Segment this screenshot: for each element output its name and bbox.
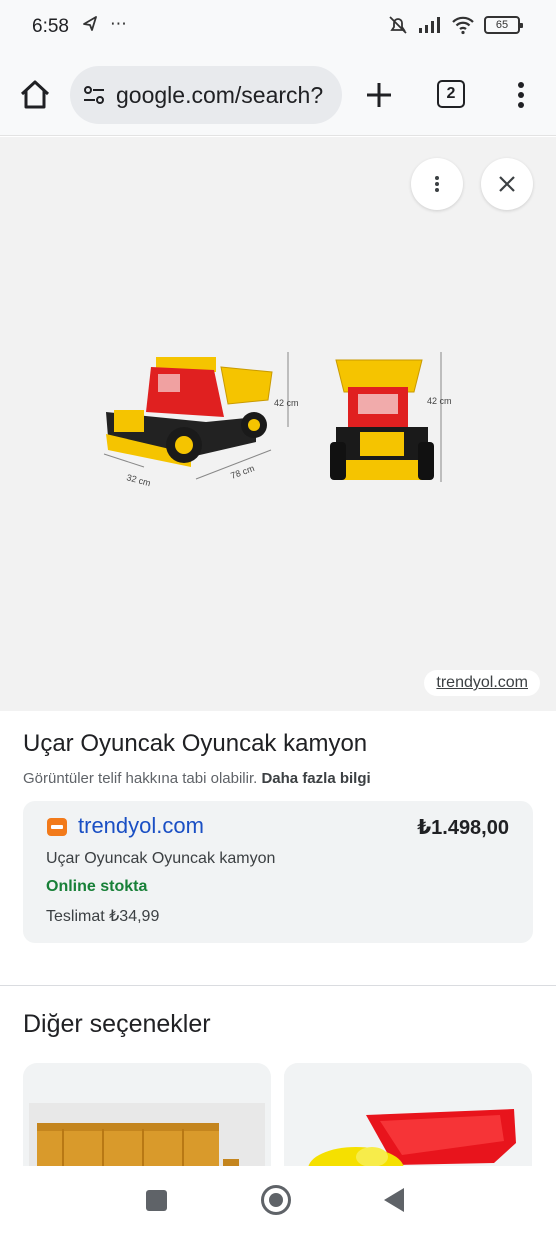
result-title: Uçar Oyuncak Oyuncak kamyon <box>23 730 368 757</box>
stock-status: Online stokta <box>46 878 148 895</box>
option-image-1 <box>29 1103 265 1173</box>
section-divider <box>0 985 556 986</box>
site-link[interactable]: trendyol.com <box>78 813 204 839</box>
status-left-icons: ⋯ <box>80 14 127 34</box>
dim-height-left: 42 cm <box>274 398 299 408</box>
tab-count: 2 <box>446 85 456 102</box>
site-settings-icon[interactable] <box>82 83 106 107</box>
close-viewer-button[interactable] <box>481 158 533 210</box>
copyright-notice: Görüntüler telif hakkına tabi olabilir. … <box>23 770 371 787</box>
option-thumbnail-2[interactable] <box>284 1063 532 1173</box>
delivery-fee: Teslimat ₺34,99 <box>46 908 160 925</box>
copyright-text: Görüntüler telif hakkına tabi olabilir. <box>23 770 258 787</box>
dim-length: 78 cm <box>229 463 255 481</box>
battery-icon: 65 <box>484 16 523 34</box>
close-icon <box>499 176 515 192</box>
overflow-menu-icon[interactable] <box>504 78 538 112</box>
card-product-name: Uçar Oyuncak Oyuncak kamyon <box>46 850 276 867</box>
more-notifications-icon: ⋯ <box>110 14 127 33</box>
status-time: 6:58 <box>32 16 69 37</box>
dim-height-right: 42 cm <box>427 396 452 406</box>
product-price: ₺1.498,00 <box>417 817 509 839</box>
vertical-dots-icon <box>435 176 439 192</box>
browser-toolbar: google.com/search? 2 <box>0 54 556 136</box>
recents-button[interactable] <box>146 1190 167 1211</box>
location-icon <box>83 16 97 31</box>
home-button[interactable] <box>261 1185 291 1215</box>
battery-level: 65 <box>495 19 509 31</box>
status-right-icons: 65 <box>387 14 523 36</box>
home-icon[interactable] <box>18 78 52 112</box>
system-navigation-bar <box>0 1166 556 1235</box>
new-tab-icon[interactable] <box>362 78 396 112</box>
status-bar: 6:58 ⋯ 65 <box>0 0 556 54</box>
image-viewer[interactable]: 42 cm 32 cm 78 cm 42 cm trendyol.com <box>0 137 556 711</box>
image-source-link[interactable]: trendyol.com <box>424 670 540 696</box>
signal-icon <box>419 17 440 33</box>
option-image-2 <box>284 1063 532 1173</box>
url-text[interactable]: google.com/search? <box>116 82 323 109</box>
other-options-title: Diğer seçenekler <box>23 1010 211 1038</box>
product-image-toy-truck[interactable]: 42 cm 32 cm 78 cm 42 cm <box>96 342 476 512</box>
address-bar[interactable]: google.com/search? <box>70 66 342 124</box>
back-button[interactable] <box>384 1188 404 1212</box>
truck-side-view <box>103 352 289 480</box>
image-more-button[interactable] <box>411 158 463 210</box>
trendyol-favicon-icon <box>47 818 67 836</box>
truck-front-view <box>330 352 442 482</box>
more-info-link[interactable]: Daha fazla bilgi <box>261 770 370 787</box>
option-thumbnail-1[interactable] <box>23 1063 271 1173</box>
wifi-icon <box>452 16 474 35</box>
mute-icon <box>389 16 407 34</box>
product-card[interactable]: trendyol.com ₺1.498,00 Uçar Oyuncak Oyun… <box>23 801 533 943</box>
dim-width: 32 cm <box>125 472 151 488</box>
tab-switcher-button[interactable]: 2 <box>437 80 465 108</box>
